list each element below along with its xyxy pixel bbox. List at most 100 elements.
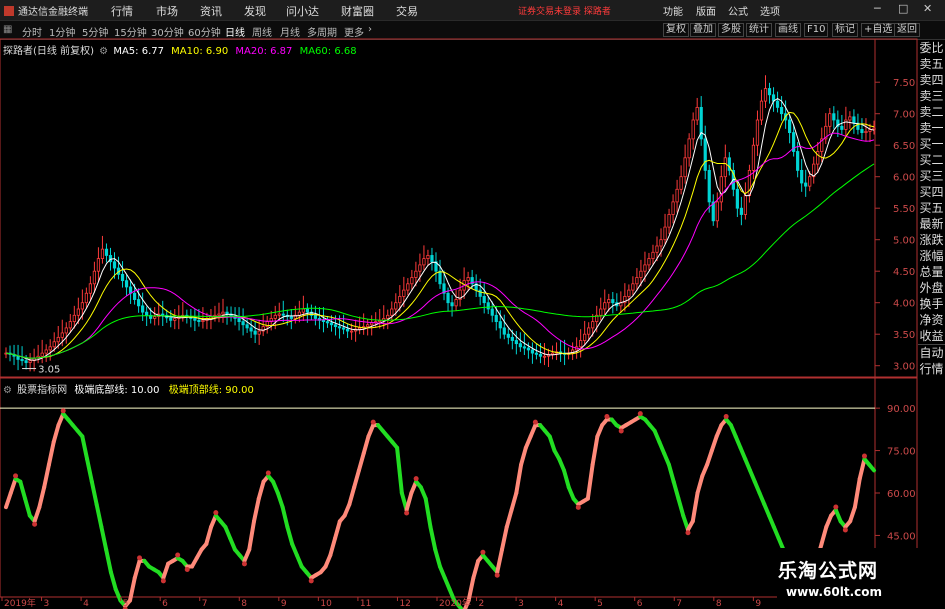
trough-marker — [160, 578, 166, 584]
trough-marker — [842, 527, 848, 533]
candle-body — [321, 319, 326, 322]
candle-body — [486, 302, 490, 310]
time-tick-label: 5 — [597, 599, 603, 609]
candle-body — [860, 129, 864, 133]
indicator-rise-segment — [333, 519, 342, 541]
indicator-rise-segment — [857, 457, 867, 481]
candle-body — [390, 308, 394, 316]
time-tick-label: 5 — [123, 599, 129, 609]
indicator-fall-segment — [433, 547, 442, 569]
candle-body — [579, 340, 583, 348]
price-tick-label: 6.50 — [893, 141, 915, 152]
time-tick-label: 9 — [281, 599, 287, 609]
price-tick-label: 5.00 — [893, 236, 915, 247]
candle-body — [751, 144, 756, 171]
indicator-rise-segment — [347, 485, 357, 507]
candle-body — [683, 157, 687, 178]
candle-body — [466, 277, 470, 282]
candle-body — [366, 324, 370, 328]
candle-body — [502, 327, 506, 335]
indicator-fall-segment — [867, 462, 876, 473]
trough-marker — [685, 530, 691, 536]
candle-body — [325, 321, 330, 324]
indicator-fall-segment — [395, 445, 404, 495]
indicator-rise-segment — [504, 507, 514, 529]
candle-body — [695, 107, 699, 121]
candle-body — [120, 273, 125, 282]
candle-body — [542, 355, 547, 358]
candle-body — [607, 299, 611, 304]
candle-body — [358, 327, 362, 330]
candle-body — [848, 116, 852, 121]
trough-marker — [494, 572, 500, 578]
indicator-rise-segment — [4, 491, 13, 510]
price-tick-label: 3.50 — [893, 330, 915, 341]
candle-body — [96, 258, 101, 272]
indicator-rise-segment — [404, 491, 414, 512]
indicator-fall-segment — [275, 491, 285, 510]
candle-body — [530, 349, 535, 354]
candle-body — [345, 328, 350, 332]
indicator-fall-segment — [428, 524, 438, 552]
indicator-tick-label: 60.00 — [887, 489, 916, 500]
candle-body — [277, 313, 281, 316]
indicator-rise-segment — [690, 491, 700, 524]
candle-body — [132, 292, 137, 300]
candle-body — [832, 113, 836, 121]
candle-body — [583, 333, 587, 341]
candle-body — [872, 127, 876, 130]
candle-body — [735, 188, 739, 209]
candle-body — [550, 352, 555, 355]
candle-body — [28, 360, 32, 363]
candle-body — [249, 327, 253, 332]
candle-body — [655, 245, 659, 253]
candle-body — [671, 201, 675, 215]
candle-body — [426, 255, 430, 259]
peak-marker — [413, 476, 419, 482]
time-tick-label: 7 — [202, 599, 208, 609]
indicator-rise-segment — [132, 558, 142, 580]
indicator-tick-label: 75.00 — [887, 447, 916, 458]
time-tick-label: 6 — [637, 599, 643, 609]
candle-body — [635, 277, 639, 285]
low-price-label: 3.05 — [38, 365, 60, 376]
candle-body — [864, 130, 868, 133]
peak-marker — [861, 453, 867, 459]
indicator-rise-segment — [352, 468, 361, 490]
candle-body — [627, 289, 631, 297]
candle-body — [522, 346, 526, 349]
candle-body — [410, 277, 414, 285]
candle-body — [743, 195, 748, 215]
indicator-rise-segment — [32, 505, 42, 524]
time-tick-label: 2 — [479, 599, 485, 609]
candle-body — [68, 321, 72, 329]
indicator-fall-segment — [423, 496, 433, 529]
price-tick-label: 4.50 — [893, 267, 915, 278]
candle-body — [767, 88, 772, 96]
ma20-line — [5, 132, 875, 359]
candle-body — [398, 295, 402, 304]
candle-body — [313, 314, 318, 319]
candle-body — [454, 299, 458, 307]
time-tick-label: 3 — [518, 599, 524, 609]
candle-body — [759, 100, 764, 121]
candle-body — [20, 358, 24, 362]
candle-body — [804, 182, 808, 187]
grid-layer — [0, 38, 918, 598]
indicator-fall-segment — [108, 570, 118, 592]
candle-body — [707, 169, 711, 203]
candle-body — [104, 248, 109, 256]
candle-body — [498, 321, 502, 329]
candle-body — [289, 316, 293, 319]
peak-marker — [637, 411, 643, 417]
candle-body — [201, 319, 205, 322]
indicator-rise-segment — [709, 434, 719, 453]
candle-body — [137, 299, 141, 307]
candle-body — [169, 317, 173, 321]
candle-body — [490, 308, 494, 316]
candle-body — [301, 308, 305, 313]
candle-body — [518, 343, 522, 348]
candle-body — [800, 169, 804, 184]
candle-body — [828, 113, 832, 127]
indicator-rise-segment — [471, 558, 481, 580]
